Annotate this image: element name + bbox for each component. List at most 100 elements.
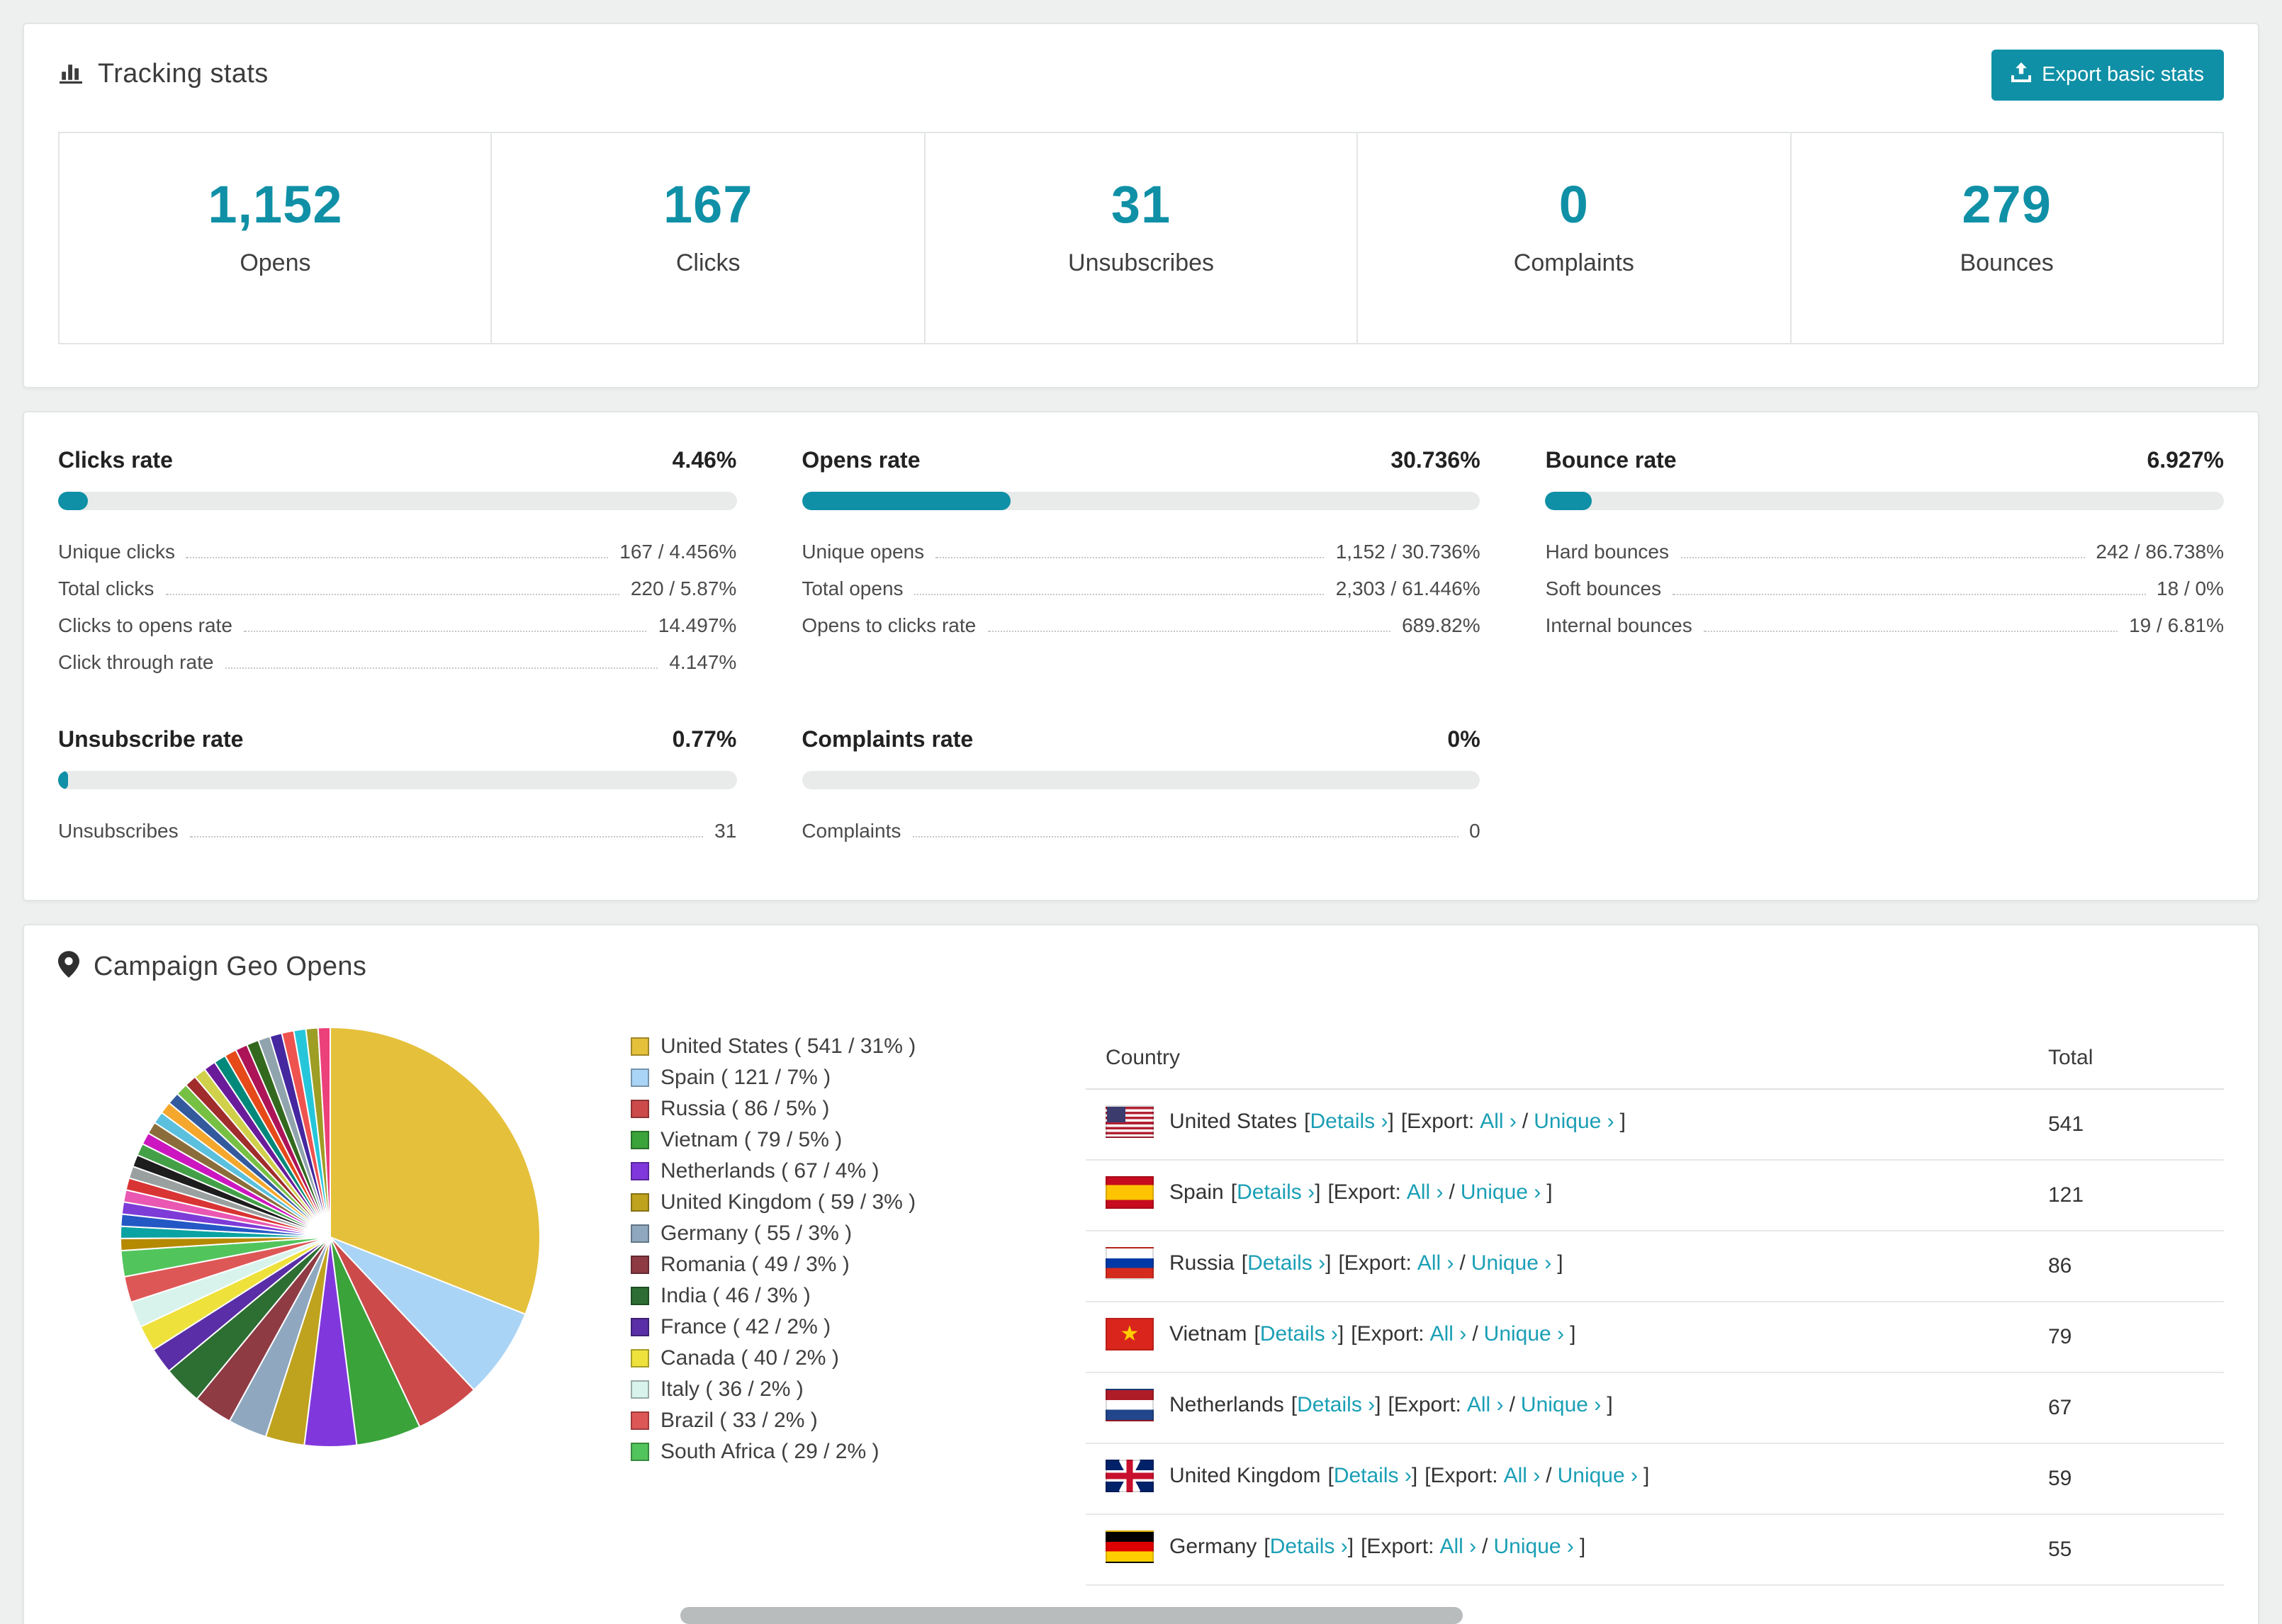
stat-value: 31 bbox=[714, 819, 737, 842]
legend-label: South Africa ( 29 / 2% ) bbox=[661, 1439, 879, 1463]
details-link[interactable]: Details › bbox=[1270, 1535, 1348, 1559]
legend-swatch bbox=[631, 1224, 649, 1242]
country-name: Spain bbox=[1169, 1180, 1224, 1205]
country-name: United States bbox=[1169, 1110, 1298, 1134]
summary-stats: 1,152 Opens 167 Clicks 31 Unsubscribes 0… bbox=[58, 132, 2224, 344]
opens-rate-panel: Opens rate 30.736% Unique opens 1,152 / 3… bbox=[802, 449, 1480, 677]
legend-item: Brazil ( 33 / 2% ) bbox=[631, 1404, 950, 1436]
summary-unsubscribes: 31 Unsubscribes bbox=[923, 133, 1357, 343]
stat-value: 689.82% bbox=[1402, 614, 1480, 636]
stat-value: 4.147% bbox=[669, 650, 737, 673]
stat-label: Hard bounces bbox=[1545, 540, 1669, 563]
legend-item: Germany ( 55 / 3% ) bbox=[631, 1217, 950, 1248]
opens-count: 1,152 bbox=[208, 176, 343, 234]
dotted-leader bbox=[1673, 594, 2145, 595]
details-link[interactable]: Details › bbox=[1297, 1393, 1375, 1417]
legend-label: France ( 42 / 2% ) bbox=[661, 1314, 831, 1338]
complaints-rate-progress bbox=[802, 771, 1480, 789]
export-unique-link[interactable]: Unique › bbox=[1494, 1535, 1574, 1559]
russia-flag-icon bbox=[1106, 1247, 1154, 1280]
details-link[interactable]: Details › bbox=[1247, 1251, 1325, 1275]
dotted-leader bbox=[914, 594, 1325, 595]
export-all-link[interactable]: All › bbox=[1407, 1180, 1444, 1205]
legend-item: South Africa ( 29 / 2% ) bbox=[631, 1436, 950, 1467]
dotted-leader bbox=[165, 594, 619, 595]
export-unique-link[interactable]: Unique › bbox=[1461, 1180, 1541, 1205]
unsubscribe-rate-panel: Unsubscribe rate 0.77% Unsubscribes 31 bbox=[58, 728, 737, 846]
export-all-link[interactable]: All › bbox=[1439, 1535, 1476, 1559]
export-all-link[interactable]: All › bbox=[1467, 1393, 1504, 1417]
legend-swatch bbox=[631, 1255, 649, 1273]
legend-label: Netherlands ( 67 / 4% ) bbox=[661, 1158, 879, 1183]
dotted-leader bbox=[225, 667, 658, 669]
stat-value: 242 / 86.738% bbox=[2096, 540, 2224, 563]
country-total: 67 bbox=[2028, 1372, 2224, 1444]
opens-rate-value: 30.736% bbox=[1390, 449, 1480, 473]
country-name: Germany bbox=[1169, 1535, 1257, 1559]
horizontal-scrollbar-thumb[interactable] bbox=[680, 1607, 1463, 1624]
dotted-leader bbox=[912, 836, 1458, 838]
legend-label: Italy ( 36 / 2% ) bbox=[661, 1377, 804, 1401]
table-row: United Kingdom [Details ›] [Export: All ›… bbox=[1086, 1443, 2224, 1515]
bounce-rate-value: 6.927% bbox=[2147, 449, 2224, 473]
stat-row: Unique clicks 167 / 4.456% bbox=[58, 530, 736, 567]
stat-label: Unsubscribes bbox=[58, 819, 179, 842]
export-unique-link[interactable]: Unique › bbox=[1534, 1110, 1614, 1134]
details-link[interactable]: Details › bbox=[1237, 1180, 1315, 1205]
legend-item: Netherlands ( 67 / 4% ) bbox=[631, 1155, 950, 1186]
export-unique-link[interactable]: Unique › bbox=[1484, 1322, 1564, 1346]
legend-label: United Kingdom ( 59 / 3% ) bbox=[661, 1190, 916, 1214]
complaints-label: Complaints bbox=[1513, 249, 1634, 276]
legend-swatch bbox=[631, 1037, 649, 1055]
stat-value: 167 / 4.456% bbox=[619, 540, 737, 563]
legend-label: Canada ( 40 / 2% ) bbox=[661, 1346, 839, 1370]
legend-label: India ( 46 / 3% ) bbox=[661, 1283, 811, 1307]
map-pin-icon bbox=[58, 951, 79, 985]
stat-label: Opens to clicks rate bbox=[802, 614, 977, 636]
country-name: United Kingdom bbox=[1169, 1464, 1321, 1488]
stat-row: Unique opens 1,152 / 30.736% bbox=[802, 530, 1480, 567]
legend-swatch bbox=[631, 1192, 649, 1211]
stat-value: 18 / 0% bbox=[2157, 577, 2224, 599]
legend-swatch bbox=[631, 1442, 649, 1460]
stat-label: Unique clicks bbox=[58, 540, 175, 563]
clicks-rate-title: Clicks rate bbox=[58, 449, 173, 473]
summary-opens: 1,152 Opens bbox=[60, 133, 491, 343]
country-total: 86 bbox=[2028, 1231, 2224, 1302]
legend-label: United States ( 541 / 31% ) bbox=[661, 1034, 916, 1058]
stat-row: Clicks to opens rate 14.497% bbox=[58, 604, 736, 641]
export-unique-link[interactable]: Unique › bbox=[1471, 1251, 1551, 1275]
export-unique-link[interactable]: Unique › bbox=[1521, 1393, 1601, 1417]
geo-table: Country Total United States [Details ›] bbox=[1086, 1027, 2224, 1586]
stat-label: Internal bounces bbox=[1545, 614, 1692, 636]
complaints-rate-title: Complaints rate bbox=[802, 728, 974, 752]
vietnam-flag-icon bbox=[1106, 1318, 1154, 1350]
export-all-link[interactable]: All › bbox=[1417, 1251, 1454, 1275]
details-link[interactable]: Details › bbox=[1260, 1322, 1338, 1346]
legend-swatch bbox=[631, 1317, 649, 1336]
unsubscribes-label: Unsubscribes bbox=[1068, 249, 1215, 276]
legend-swatch bbox=[631, 1348, 649, 1367]
export-all-link[interactable]: All › bbox=[1480, 1110, 1517, 1134]
dotted-leader bbox=[243, 631, 647, 632]
legend-swatch bbox=[631, 1411, 649, 1429]
geo-pie-legend: United States ( 541 / 31% ) Spain ( 121 … bbox=[631, 1030, 950, 1467]
export-all-link[interactable]: All › bbox=[1430, 1322, 1467, 1346]
spain-flag-icon bbox=[1106, 1176, 1154, 1209]
netherlands-flag-icon bbox=[1106, 1389, 1154, 1421]
stat-value: 220 / 5.87% bbox=[630, 577, 737, 599]
legend-label: Vietnam ( 79 / 5% ) bbox=[661, 1127, 843, 1151]
export-basic-stats-button[interactable]: Export basic stats bbox=[1991, 50, 2224, 101]
dotted-leader bbox=[189, 836, 704, 838]
clicks-rate-value: 4.46% bbox=[672, 449, 737, 473]
legend-item: Canada ( 40 / 2% ) bbox=[631, 1342, 950, 1373]
export-all-link[interactable]: All › bbox=[1504, 1464, 1541, 1488]
legend-label: Brazil ( 33 / 2% ) bbox=[661, 1408, 818, 1432]
complaints-rate-panel: Complaints rate 0% Complaints 0 bbox=[802, 728, 1480, 846]
country-name: Netherlands bbox=[1169, 1393, 1284, 1417]
details-link[interactable]: Details › bbox=[1310, 1110, 1388, 1134]
export-unique-link[interactable]: Unique › bbox=[1558, 1464, 1638, 1488]
uk-flag-icon bbox=[1106, 1460, 1154, 1492]
dotted-leader bbox=[935, 557, 1325, 558]
details-link[interactable]: Details › bbox=[1334, 1464, 1412, 1488]
